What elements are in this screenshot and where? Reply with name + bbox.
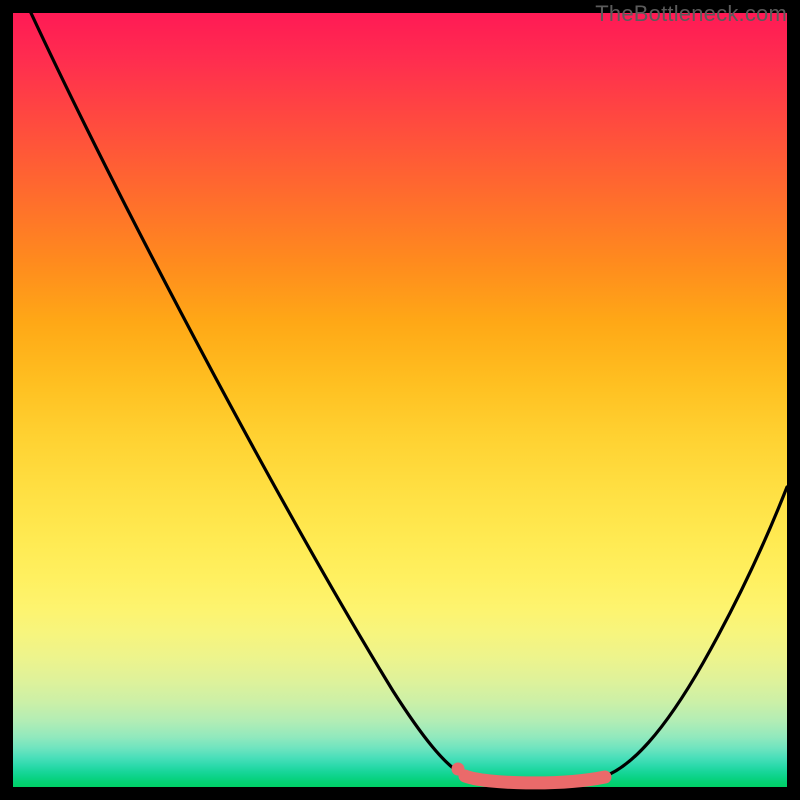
bottleneck-curve-right	[603, 487, 787, 777]
chart-svg	[13, 13, 787, 787]
optimal-range-start-dot	[452, 763, 465, 776]
optimal-range-highlight	[465, 776, 605, 783]
chart-frame: TheBottleneck.com	[13, 13, 787, 787]
bottleneck-curve-left	[31, 13, 463, 775]
